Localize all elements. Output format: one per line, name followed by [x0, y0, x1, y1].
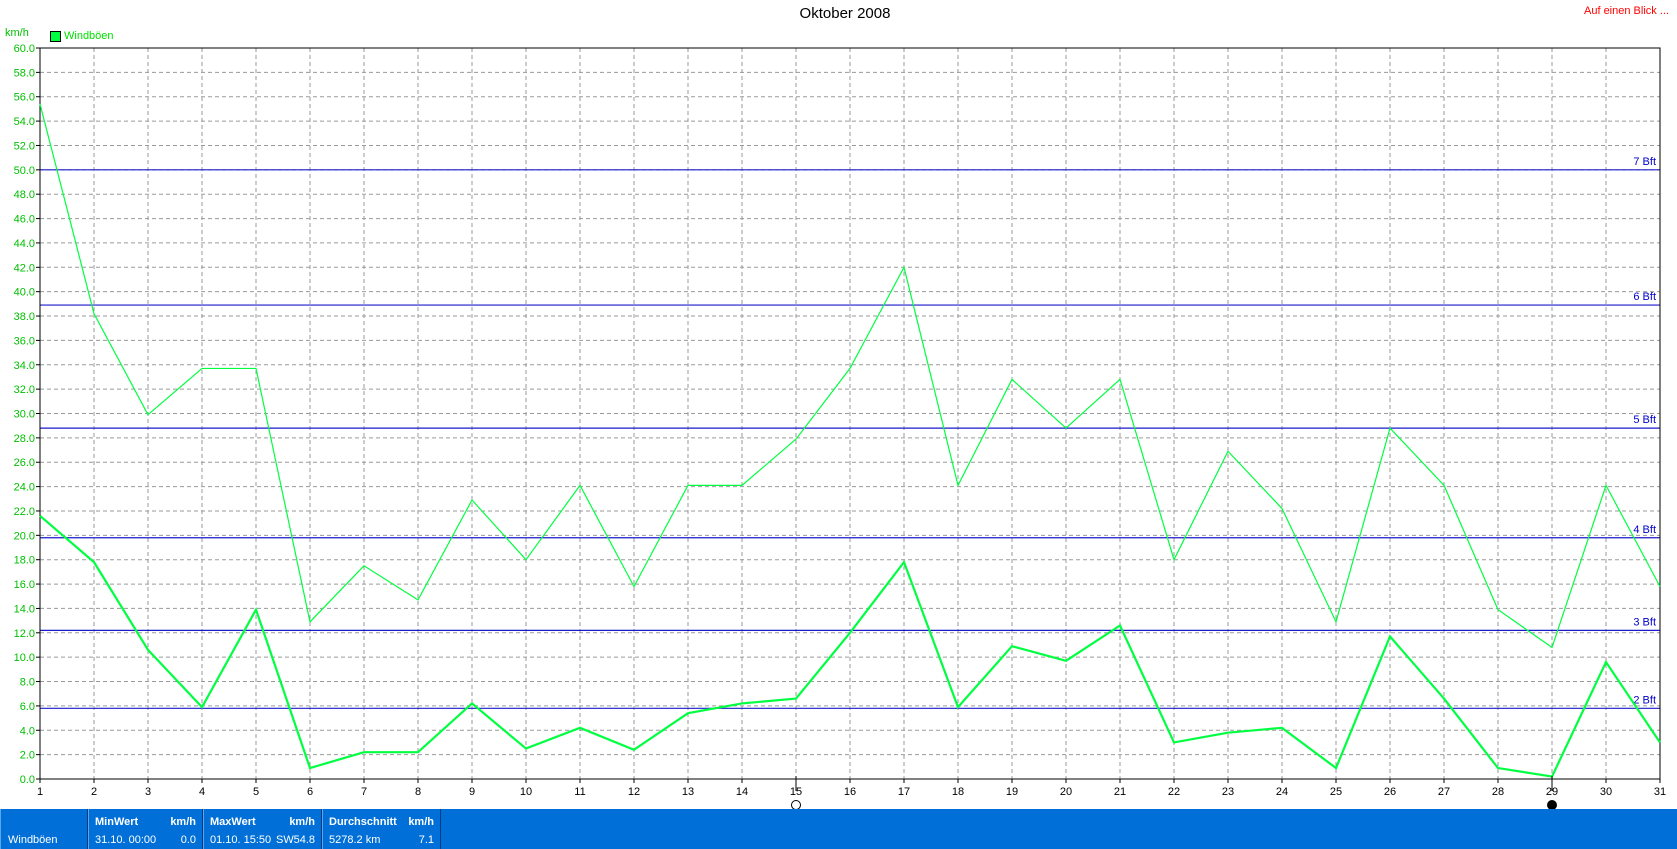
- x-tick-label: 7: [361, 786, 367, 798]
- y-tick-label: 32.0: [14, 384, 35, 396]
- beaufort-label: 5 Bft: [1633, 414, 1656, 426]
- min-unit: km/h: [170, 816, 196, 828]
- min-header: MinWert: [95, 816, 139, 828]
- legend: Windböen: [50, 30, 114, 42]
- y-tick-label: 34.0: [14, 360, 35, 372]
- y-tick-label: 2.0: [20, 750, 35, 762]
- avg-header: Durchschnitt: [329, 816, 397, 828]
- status-series-name: Windböen: [0, 809, 88, 849]
- max-direction: SW: [276, 834, 294, 846]
- x-tick-label: 20: [1060, 786, 1072, 798]
- x-tick-label: 12: [628, 786, 640, 798]
- legend-label: Windböen: [64, 30, 114, 42]
- x-tick-label: 6: [307, 786, 313, 798]
- x-tick-label: 23: [1222, 786, 1234, 798]
- new-moon-icon: [1547, 800, 1557, 809]
- y-tick-label: 0.0: [20, 774, 35, 786]
- y-tick-label: 28.0: [14, 433, 35, 445]
- y-tick-label: 20.0: [14, 530, 35, 542]
- y-tick-label: 58.0: [14, 67, 35, 79]
- avg-distance: 5278.2 km: [329, 834, 381, 846]
- y-tick-label: 60.0: [14, 43, 35, 55]
- x-tick-label: 14: [736, 786, 748, 798]
- y-tick-label: 12.0: [14, 628, 35, 640]
- x-tick-label: 10: [520, 786, 532, 798]
- grid: [40, 48, 1660, 779]
- overview-link[interactable]: Auf einen Blick ...: [1584, 5, 1669, 17]
- beaufort-label: 2 Bft: [1633, 694, 1656, 706]
- legend-swatch: [50, 30, 61, 42]
- y-tick-label: 30.0: [14, 409, 35, 421]
- y-tick-label: 22.0: [14, 506, 35, 518]
- beaufort-label: 4 Bft: [1633, 524, 1656, 536]
- y-tick-label: 18.0: [14, 555, 35, 567]
- axes: 0.0 2.0 4.0 6.0 8.0 10.0 12.0 14.0 16.0 18.0 20.0 2…: [14, 43, 1667, 798]
- y-tick-label: 26.0: [14, 457, 35, 469]
- y-tick-label: 10.0: [14, 652, 35, 664]
- y-tick-label: 36.0: [14, 335, 35, 347]
- y-tick-label: 48.0: [14, 189, 35, 201]
- y-tick-label: 40.0: [14, 287, 35, 299]
- x-tick-label: 25: [1330, 786, 1342, 798]
- x-tick-label: 2: [91, 786, 97, 798]
- y-tick-label: 44.0: [14, 238, 35, 250]
- y-axis-unit: km/h: [5, 27, 29, 39]
- y-tick-label: 56.0: [14, 92, 35, 104]
- avg-unit: km/h: [408, 816, 434, 828]
- beaufort-label: 6 Bft: [1633, 291, 1656, 303]
- max-value: 54.8: [293, 834, 315, 846]
- y-tick-label: 16.0: [14, 579, 35, 591]
- x-tick-label: 28: [1492, 786, 1504, 798]
- full-moon-icon: [791, 800, 801, 809]
- y-tick-label: 24.0: [14, 482, 35, 494]
- status-max: MaxWert km/h 01.10. 15:50 SW 54.8: [203, 809, 322, 849]
- status-bar: Windböen MinWert km/h 31.10. 00:00 0.0 M…: [0, 809, 1677, 849]
- x-tick-label: 16: [844, 786, 856, 798]
- x-tick-label: 26: [1384, 786, 1396, 798]
- beaufort-label: 7 Bft: [1633, 156, 1656, 168]
- chart-title: Oktober 2008: [799, 5, 891, 22]
- x-tick-label: 9: [469, 786, 475, 798]
- x-tick-label: 11: [574, 786, 585, 798]
- x-tick-label: 4: [199, 786, 205, 798]
- y-tick-label: 6.0: [20, 701, 35, 713]
- y-tick-label: 52.0: [14, 140, 35, 152]
- status-min: MinWert km/h 31.10. 00:00 0.0: [88, 809, 203, 849]
- x-tick-label: 30: [1600, 786, 1612, 798]
- max-time: 01.10. 15:50: [210, 834, 272, 846]
- y-tick-label: 4.0: [20, 725, 35, 737]
- beaufort-label: 3 Bft: [1633, 616, 1656, 628]
- y-tick-label: 8.0: [20, 677, 35, 689]
- x-tick-label: 19: [1006, 786, 1018, 798]
- x-tick-label: 31: [1654, 786, 1666, 798]
- x-tick-label: 13: [682, 786, 694, 798]
- min-time: 31.10. 00:00: [95, 834, 157, 846]
- x-tick-label: 1: [37, 786, 43, 798]
- x-tick-label: 21: [1114, 786, 1126, 798]
- x-tick-label: 8: [415, 786, 421, 798]
- x-tick-label: 17: [898, 786, 910, 798]
- series-line-windboeen: [39, 103, 1661, 649]
- avg-value: 7.1: [418, 834, 434, 846]
- max-header: MaxWert: [210, 816, 256, 828]
- min-value: 0.0: [180, 834, 196, 846]
- y-tick-label: 46.0: [14, 214, 35, 226]
- y-tick-label: 50.0: [14, 165, 35, 177]
- max-unit: km/h: [289, 816, 315, 828]
- x-tick-label: 3: [145, 786, 151, 798]
- chart: 2 Bft 3 Bft 4 Bft 5 Bft 6 Bft 7 Bft 0.0 2.0 4.0…: [14, 43, 1667, 809]
- x-tick-label: 22: [1168, 786, 1180, 798]
- x-tick-label: 27: [1438, 786, 1450, 798]
- y-tick-label: 38.0: [14, 311, 35, 323]
- y-tick-label: 42.0: [14, 262, 35, 274]
- y-tick-label: 14.0: [14, 603, 35, 615]
- x-tick-label: 5: [253, 786, 259, 798]
- y-tick-label: 54.0: [14, 116, 35, 128]
- x-tick-label: 18: [952, 786, 964, 798]
- x-tick-label: 24: [1276, 786, 1288, 798]
- status-average: Durchschnitt km/h 5278.2 km 7.1: [322, 809, 441, 849]
